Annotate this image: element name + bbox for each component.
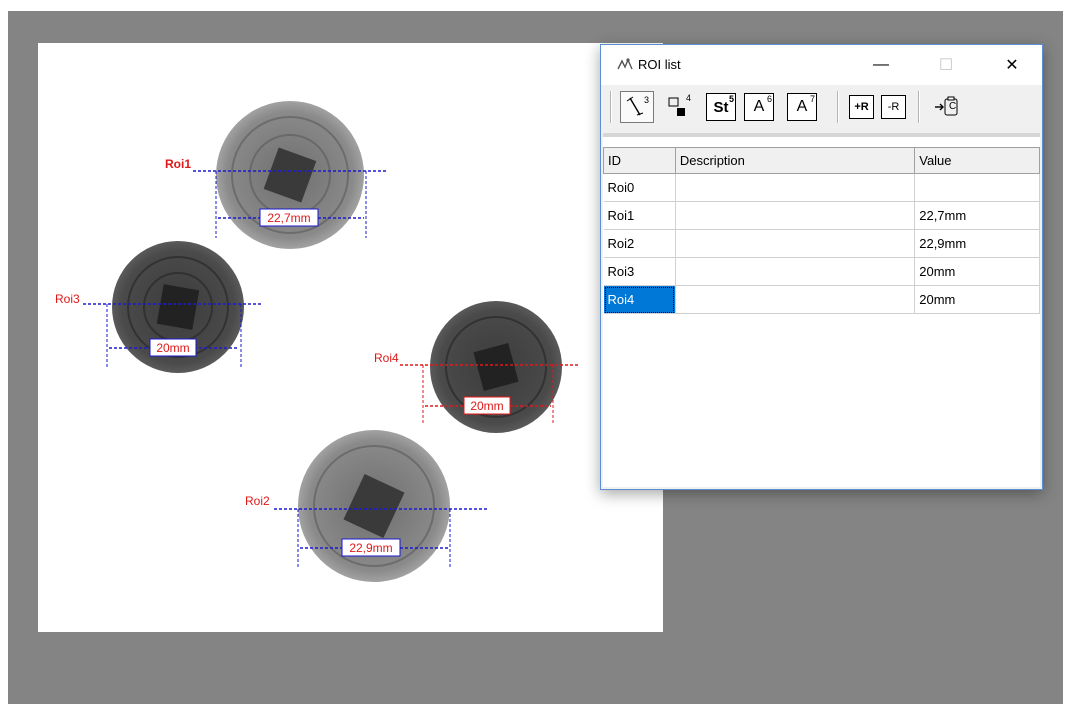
tool-index-label: 5	[728, 94, 734, 104]
column-header-description[interactable]: Description	[674, 147, 916, 174]
table-row[interactable]: Roi2 22,9mm	[603, 229, 1040, 258]
cell-description[interactable]	[675, 229, 916, 258]
cell-description[interactable]	[675, 257, 916, 286]
roi2-label: Roi2	[245, 494, 270, 508]
cell-id[interactable]: Roi1	[603, 201, 676, 230]
cell-value[interactable]: 22,7mm	[914, 201, 1040, 230]
toolbar-separator	[837, 91, 839, 123]
roi1-label: Roi1	[165, 157, 191, 171]
roi-table[interactable]: ID Description Value Roi0 Roi1 22,7mm Ro…	[603, 147, 1040, 314]
roi3-label: Roi3	[55, 292, 80, 306]
coin-roi2	[298, 430, 450, 582]
export-label: C	[949, 101, 957, 112]
toolbar: 3 4 St 5 A 6 A 7 +R -R C	[601, 85, 1042, 131]
table-row[interactable]: Roi3 20mm	[603, 257, 1040, 286]
cell-description[interactable]	[675, 201, 916, 230]
cell-id[interactable]: Roi2	[603, 229, 676, 258]
column-header-value[interactable]: Value	[914, 147, 1040, 174]
coin-roi1	[216, 101, 364, 249]
line-roi-tool-button[interactable]: 3	[620, 91, 654, 123]
statistics-tool-label: St	[713, 98, 729, 116]
tool-index-label: 7	[809, 94, 815, 104]
table-row[interactable]: Roi0	[603, 173, 1040, 202]
export-icon	[935, 96, 958, 116]
cell-id-selected[interactable]: Roi4	[603, 285, 676, 314]
toolbar-separator	[610, 91, 612, 123]
minimize-button[interactable]: —	[858, 45, 904, 85]
roi-list-window[interactable]: ROI list — ☐ ✕ 3 4 St 5 A 6 A 7 +R -R C …	[600, 44, 1043, 490]
roi4-value: 20mm	[470, 399, 503, 413]
cell-value[interactable]: 20mm	[914, 257, 1040, 286]
toolbar-separator	[918, 91, 920, 123]
cell-value[interactable]: 22,9mm	[914, 229, 1040, 258]
add-roi-button[interactable]: +R	[849, 95, 874, 119]
remove-roi-button[interactable]: -R	[881, 95, 906, 119]
table-row[interactable]: Roi4 20mm	[603, 285, 1040, 314]
cell-value[interactable]: 20mm	[914, 285, 1040, 314]
export-clipboard-button[interactable]: C	[931, 93, 963, 121]
roi2-value: 22,9mm	[349, 541, 392, 555]
tool-index-label: 3	[643, 95, 649, 105]
close-button[interactable]: ✕	[989, 45, 1035, 85]
table-row[interactable]: Roi1 22,7mm	[603, 201, 1040, 230]
calibrated-area-tool-button[interactable]: A 7	[787, 93, 817, 121]
xray-image: Roi1 22,7mm Roi3 20mm Roi4 20mm Roi2 22,…	[55, 101, 578, 582]
table-header-row: ID Description Value	[603, 147, 1040, 174]
region-roi-tool-button[interactable]: 4	[661, 93, 695, 121]
cell-id[interactable]: Roi0	[603, 173, 676, 202]
tool-index-label: 6	[766, 94, 772, 104]
roi4-label: Roi4	[374, 351, 399, 365]
roi3-value: 20mm	[156, 341, 189, 355]
app-icon	[617, 58, 633, 70]
cell-id[interactable]: Roi3	[603, 257, 676, 286]
maximize-button[interactable]: ☐	[923, 45, 969, 85]
statistics-tool-button[interactable]: St 5	[706, 93, 736, 121]
column-header-id[interactable]: ID	[603, 147, 676, 174]
cell-value[interactable]	[914, 173, 1040, 202]
image-canvas[interactable]: Roi1 22,7mm Roi3 20mm Roi4 20mm Roi2 22,…	[38, 43, 663, 632]
area-tool-label: A	[753, 98, 765, 115]
area-tool-button[interactable]: A 6	[744, 93, 774, 121]
roi-grid[interactable]: ID Description Value Roi0 Roi1 22,7mm Ro…	[603, 133, 1040, 487]
calibrated-area-tool-label: A	[796, 98, 808, 115]
cell-description[interactable]	[675, 285, 916, 314]
tool-index-label: 4	[685, 93, 691, 103]
title-bar[interactable]: ROI list — ☐ ✕	[601, 45, 1042, 85]
window-title: ROI list	[638, 57, 681, 72]
cell-description[interactable]	[675, 173, 916, 202]
roi1-value: 22,7mm	[267, 211, 310, 225]
